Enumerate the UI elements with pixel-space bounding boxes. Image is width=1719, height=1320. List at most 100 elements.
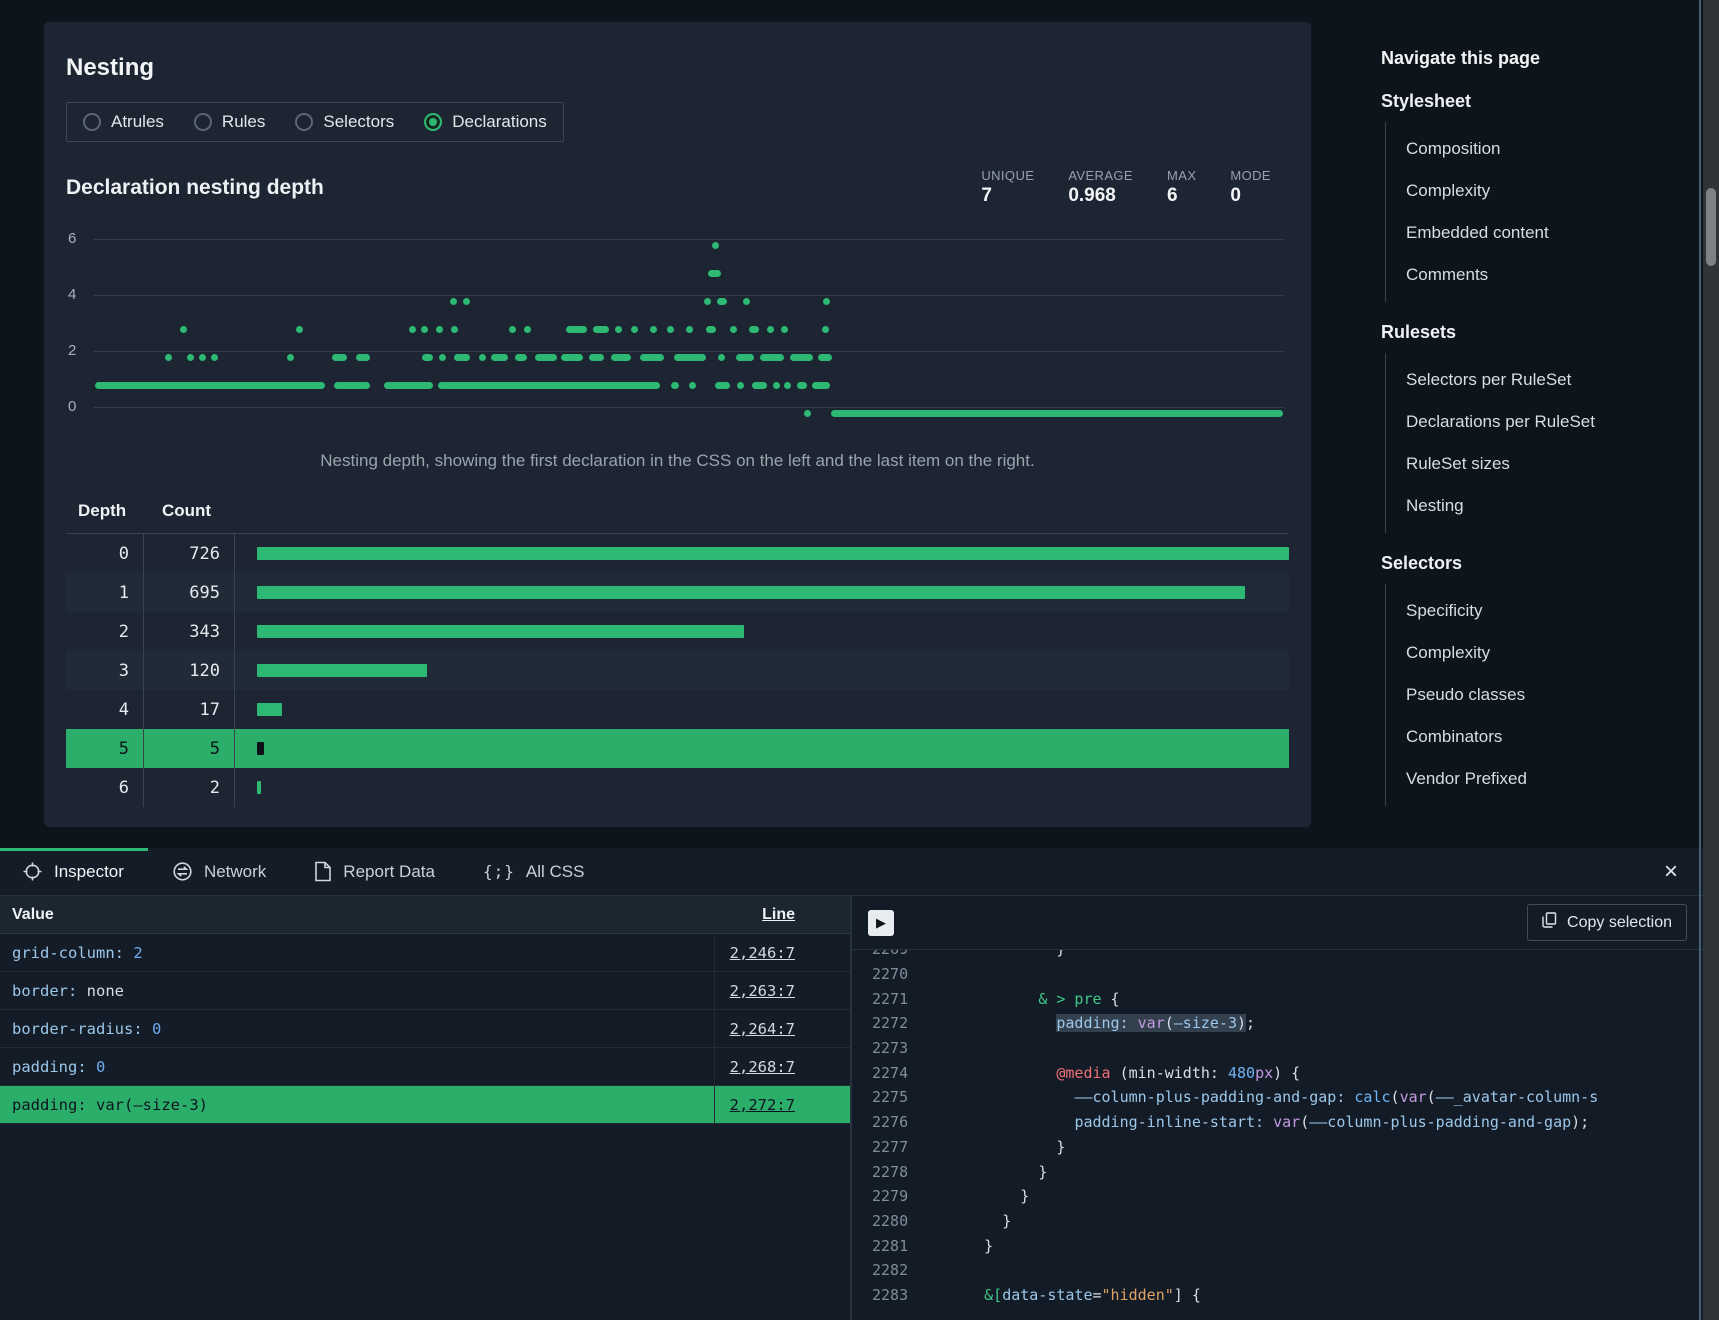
tab-all-css[interactable]: {;} All CSS <box>459 848 608 895</box>
data-point-run-depth-4 <box>717 298 727 305</box>
depth-table-row-1[interactable]: 1695 <box>66 573 1289 612</box>
page-scrollbar[interactable] <box>1703 0 1719 1320</box>
declaration-value-cell: border-radius: 0 <box>0 1010 715 1047</box>
line-number: 2270 <box>872 965 910 983</box>
data-point-run-depth-1 <box>812 382 830 389</box>
tab-report-data[interactable]: Report Data <box>290 848 459 895</box>
line-number: 2281 <box>872 1237 910 1255</box>
data-point-run-depth-2 <box>165 354 172 361</box>
line-number: 2277 <box>872 1138 910 1156</box>
metric-radio-group: Atrules Rules Selectors Declarations <box>66 102 564 142</box>
line-link[interactable]: 2,264:7 <box>730 1020 795 1038</box>
data-point-run-depth-1 <box>334 382 370 389</box>
declaration-row[interactable]: padding: var(—size-3)2,272:7 <box>0 1086 850 1124</box>
nav-item-composition[interactable]: Composition <box>1386 128 1681 170</box>
data-point-run-depth-2 <box>674 354 706 361</box>
nav-item-complexity[interactable]: Complexity <box>1386 632 1681 674</box>
nav-heading-stylesheet[interactable]: Stylesheet <box>1381 91 1681 112</box>
data-point-run-depth-2 <box>589 354 604 361</box>
depth-table-row-3[interactable]: 3120 <box>66 651 1289 690</box>
nav-item-vendor-prefixed[interactable]: Vendor Prefixed <box>1386 758 1681 800</box>
line-number: 2276 <box>872 1113 910 1131</box>
nav-item-pseudo-classes[interactable]: Pseudo classes <box>1386 674 1681 716</box>
depth-table-row-4[interactable]: 417 <box>66 690 1289 729</box>
nav-item-ruleset-sizes[interactable]: RuleSet sizes <box>1386 443 1681 485</box>
nav-item-nesting[interactable]: Nesting <box>1386 485 1681 527</box>
line-link[interactable]: 2,272:7 <box>730 1096 795 1114</box>
depth-table-header: Depth Count <box>66 501 1289 534</box>
data-point-run-depth-2 <box>818 354 832 361</box>
nav-item-selectors-per-ruleset[interactable]: Selectors per RuleSet <box>1386 359 1681 401</box>
data-point-run-depth-2 <box>491 354 508 361</box>
tab-label: Report Data <box>343 862 435 882</box>
declaration-row[interactable]: border: none 2,263:7 <box>0 972 850 1010</box>
data-point-run-depth-2 <box>332 354 347 361</box>
data-point-run-depth-2 <box>479 354 486 361</box>
braces-icon: {;} <box>483 862 515 882</box>
scrollbar-thumb[interactable] <box>1706 188 1716 266</box>
radio-rules[interactable]: Rules <box>194 112 265 132</box>
nav-item-embedded-content[interactable]: Embedded content <box>1386 212 1681 254</box>
data-point-run-depth-2 <box>199 354 206 361</box>
nav-item-combinators[interactable]: Combinators <box>1386 716 1681 758</box>
declaration-row[interactable]: grid-column: 22,246:7 <box>0 934 850 972</box>
line-cell: 2,272:7 <box>715 1096 850 1114</box>
data-point-run-depth-2 <box>422 354 433 361</box>
nav-group: CompositionComplexityEmbedded contentCom… <box>1385 122 1681 302</box>
depth-table-row-2[interactable]: 2343 <box>66 612 1289 651</box>
close-icon[interactable]: × <box>1657 858 1685 886</box>
code-line-2276: 2276 padding-inline-start: var(——column-… <box>872 1110 1703 1135</box>
code-viewer[interactable]: 2269 }22702271 & > pre {2272 padding: va… <box>852 950 1703 1320</box>
declaration-value-cell: border: none <box>0 972 715 1009</box>
data-point-run-depth-3 <box>451 326 458 333</box>
radio-selectors[interactable]: Selectors <box>295 112 394 132</box>
tab-inspector[interactable]: Inspector <box>0 848 148 895</box>
line-link[interactable]: 2,268:7 <box>730 1058 795 1076</box>
data-point-run-depth-1 <box>737 382 744 389</box>
y-axis-tick-6: 6 <box>68 230 86 247</box>
count-bar <box>257 625 744 638</box>
line-cell: 2,264:7 <box>715 1020 850 1038</box>
nesting-panel: Nesting AtrulesRulesSelectorsDeclaration… <box>44 22 1311 827</box>
nav-group: SpecificityComplexityPseudo classesCombi… <box>1385 584 1681 806</box>
nav-item-specificity[interactable]: Specificity <box>1386 590 1681 632</box>
copy-icon <box>1542 912 1557 933</box>
nav-item-comments[interactable]: Comments <box>1386 254 1681 296</box>
panel-toggle-icon[interactable]: ▶ <box>868 910 894 936</box>
radio-label: Selectors <box>323 112 394 132</box>
line-link[interactable]: 2,263:7 <box>730 982 795 1000</box>
radio-circle-icon <box>424 113 442 131</box>
data-point-run-depth-1 <box>95 382 324 389</box>
nav-item-complexity[interactable]: Complexity <box>1386 170 1681 212</box>
radio-declarations[interactable]: Declarations <box>424 112 547 132</box>
data-point-run-depth-1 <box>784 382 791 389</box>
data-point-run-depth-1 <box>797 382 808 389</box>
code-pane: ▶ Copy selection 2269 }22702271 & > pre … <box>852 896 1703 1320</box>
copy-selection-button[interactable]: Copy selection <box>1527 904 1687 941</box>
nav-heading-selectors[interactable]: Selectors <box>1381 553 1681 574</box>
line-column-header[interactable]: Line <box>715 906 850 924</box>
data-point-run-depth-2 <box>718 354 725 361</box>
data-point-run-depth-3 <box>421 326 428 333</box>
data-point-run-depth-3 <box>409 326 416 333</box>
depth-table-row-6[interactable]: 62 <box>66 768 1289 807</box>
declaration-row[interactable]: padding: 02,268:7 <box>0 1048 850 1086</box>
data-point-run-depth-3 <box>180 326 187 333</box>
code-line-2269: 2269 } <box>872 950 1703 962</box>
data-point-run-depth-3 <box>615 326 622 333</box>
data-point-run-depth-4 <box>463 298 470 305</box>
stat-max: MAX6 <box>1167 168 1196 207</box>
tab-network[interactable]: Network <box>148 848 290 895</box>
depth-table-row-5[interactable]: 55 <box>66 729 1289 768</box>
line-link[interactable]: 2,246:7 <box>730 944 795 962</box>
data-point-run-depth-1 <box>752 382 767 389</box>
nav-item-declarations-per-ruleset[interactable]: Declarations per RuleSet <box>1386 401 1681 443</box>
radio-atrules[interactable]: Atrules <box>83 112 164 132</box>
depth-table-row-0[interactable]: 0726 <box>66 534 1289 573</box>
declaration-row[interactable]: border-radius: 0 2,264:7 <box>0 1010 850 1048</box>
data-point-run-depth-3 <box>566 326 587 333</box>
count-cell: 343 <box>144 612 235 651</box>
line-number: 2271 <box>872 990 910 1008</box>
tab-label: All CSS <box>526 862 585 882</box>
nav-heading-rulesets[interactable]: Rulesets <box>1381 322 1681 343</box>
